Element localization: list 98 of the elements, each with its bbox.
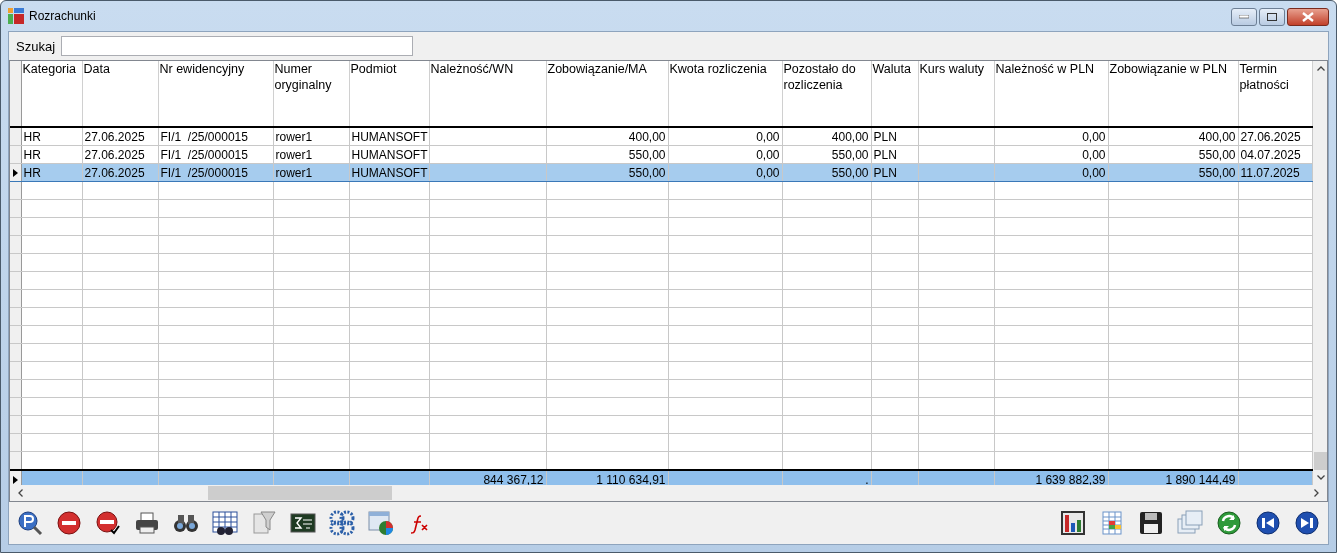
table-row[interactable]: HR 27.06.2025 FI/1 /25/000015 rower1 HUMANSOFT 400,00 0,00 400,00 PLN 0,00 400,00 27.06.2025	[10, 127, 1312, 146]
gears-icon	[329, 510, 355, 536]
table-cell: 550,00	[1198, 165, 1236, 180]
close-icon	[1302, 12, 1314, 22]
total-cell: 1 110 634,91	[596, 472, 666, 485]
table-cell: 550,00	[1198, 147, 1236, 162]
table-cell: 04.07.2025	[1240, 147, 1301, 162]
table-cell: rower1	[275, 129, 313, 144]
table-cell: 11.07.2025	[1240, 165, 1300, 180]
table-cell: HR	[23, 165, 41, 180]
scrollbar-thumb[interactable]	[1313, 452, 1327, 470]
total-cell: 1 890 144,49	[1165, 472, 1236, 485]
column-header[interactable]: Kategoria	[21, 61, 82, 127]
table-cell: rower1	[275, 165, 313, 180]
windows-icon	[1177, 510, 1203, 536]
table-cell: PLN	[873, 129, 897, 144]
table-cell: 27.06.2025	[84, 129, 145, 144]
table-cell: 0,00	[756, 129, 780, 144]
table-cell: 0,00	[1082, 129, 1106, 144]
table-cell: 27.06.2025	[84, 165, 145, 180]
table-cell: 400,00	[831, 129, 869, 144]
column-header[interactable]: Nr ewidencyjny	[158, 61, 273, 127]
total-cell: 844 367,12	[483, 472, 544, 485]
table-cell: FI/1 /25/000015	[160, 165, 248, 180]
column-header[interactable]: Należność w PLN	[994, 61, 1108, 127]
column-header[interactable]: Numer oryginalny	[273, 61, 349, 127]
refresh-icon	[1216, 510, 1242, 536]
filter-document-icon	[251, 510, 277, 536]
maximize-button[interactable]	[1259, 8, 1285, 26]
column-header[interactable]: Należność/WN	[429, 61, 546, 127]
grid-binoculars-button[interactable]	[210, 508, 240, 538]
minimize-icon	[1239, 15, 1249, 19]
maximize-icon	[1267, 13, 1277, 21]
column-header[interactable]: Kurs waluty	[918, 61, 994, 127]
last-record-icon	[1294, 510, 1320, 536]
table-cell: FI/1 /25/000015	[160, 147, 248, 162]
first-record-icon	[1255, 510, 1281, 536]
table-cell: 400,00	[1198, 129, 1236, 144]
spreadsheet-icon	[1099, 510, 1125, 536]
table-cell: 0,00	[756, 147, 780, 162]
total-cell: .	[865, 472, 869, 485]
scrollbar-thumb[interactable]	[208, 486, 392, 500]
column-header[interactable]: Waluta	[871, 61, 918, 127]
column-header[interactable]: Pozostało do rozliczenia	[782, 61, 871, 127]
table-cell: 0,00	[1082, 147, 1106, 162]
chevron-up-icon	[1316, 66, 1325, 71]
minus-circle-icon	[56, 510, 82, 536]
column-header[interactable]: Podmiot	[349, 61, 429, 127]
search-button[interactable]	[15, 508, 45, 538]
table-row[interactable]: HR 27.06.2025 FI/1 /25/000015 rower1 HUMANSOFT 550,00 0,00 550,00 PLN 0,00 550,00 11.07.2025	[10, 163, 1312, 182]
refresh-button[interactable]	[1214, 508, 1244, 538]
grid-binoculars-icon	[212, 510, 238, 536]
window-pie-chart-icon	[368, 510, 394, 536]
sum-formula-icon	[290, 510, 316, 536]
gears-button[interactable]	[327, 508, 357, 538]
search-field[interactable]	[61, 36, 414, 56]
table-cell: 27.06.2025	[84, 147, 145, 162]
table-cell: 0,00	[756, 165, 780, 180]
table-cell: HUMANSOFT	[351, 147, 428, 162]
chevron-right-icon	[1314, 489, 1319, 497]
table-cell: 27.06.2025	[1240, 129, 1301, 144]
last-record-button[interactable]	[1292, 508, 1322, 538]
row-pointer-icon	[12, 168, 18, 177]
bar-chart-button[interactable]	[1058, 508, 1088, 538]
table-cell: 550,00	[831, 147, 869, 162]
minus-circle-check-icon	[95, 510, 121, 536]
column-header[interactable]: Zobowiązanie w PLN	[1108, 61, 1238, 127]
table-cell: 550,00	[628, 147, 666, 162]
table-cell: HR	[23, 129, 41, 144]
app-icon	[8, 8, 24, 24]
horizontal-scrollbar[interactable]	[10, 485, 1327, 501]
table-cell: HUMANSOFT	[351, 129, 428, 144]
table-cell: FI/1 /25/000015	[160, 129, 248, 144]
printer-icon	[134, 510, 160, 536]
total-cell: 1 639 882,39	[1035, 472, 1106, 485]
table-cell: 550,00	[628, 165, 666, 180]
table-row[interactable]: HR 27.06.2025 FI/1 /25/000015 rower1 HUMANSOFT 550,00 0,00 550,00 PLN 0,00 550,00 04.07.2025	[10, 145, 1312, 164]
search-label: Szukaj	[16, 38, 56, 54]
bar-chart-icon	[1060, 510, 1086, 536]
first-record-button[interactable]	[1253, 508, 1283, 538]
column-header[interactable]: Zobowiązanie/MA	[546, 61, 668, 127]
table-cell: 400,00	[628, 129, 666, 144]
table-cell: HUMANSOFT	[351, 165, 428, 180]
close-button[interactable]	[1287, 8, 1329, 26]
table-cell: HR	[23, 147, 41, 162]
table-cell: PLN	[873, 147, 897, 162]
column-header[interactable]: Data	[82, 61, 158, 127]
table-cell: PLN	[873, 165, 897, 180]
table-cell: rower1	[275, 147, 313, 162]
minus-circle-button[interactable]	[54, 508, 84, 538]
window-pie-chart-button[interactable]	[366, 508, 396, 538]
window-title: Rozrachunki	[29, 9, 96, 23]
chevron-down-icon	[1316, 475, 1325, 480]
search-icon	[17, 510, 43, 536]
table-cell: 0,00	[1082, 165, 1106, 180]
column-header[interactable]: Kwota rozliczenia	[668, 61, 782, 127]
table-cell: 550,00	[831, 165, 869, 180]
chevron-left-icon	[18, 489, 23, 497]
